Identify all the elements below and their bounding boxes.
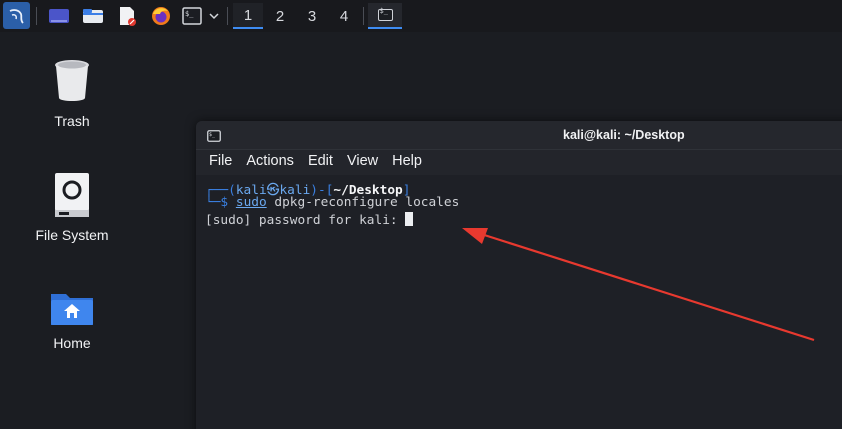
command-line: └─$ sudo dpkg-reconfigure locales: [205, 195, 459, 210]
terminal-icon: $_: [207, 130, 221, 142]
text-editor-button[interactable]: [114, 3, 140, 29]
menu-file[interactable]: File: [209, 150, 232, 174]
sudo-password-prompt: [sudo] password for kali:: [205, 213, 406, 228]
desktop: $_ 1 2 3 4 Trash: [0, 0, 842, 429]
text-editor-icon: [120, 7, 136, 26]
desktop-icon-home[interactable]: Home: [12, 290, 132, 351]
workspace-1[interactable]: 1: [233, 3, 263, 29]
terminal-titlebar[interactable]: $_ kali@kali: ~/Desktop: [196, 121, 842, 150]
workspace-3[interactable]: 3: [297, 3, 327, 29]
top-panel: $_ 1 2 3 4: [0, 0, 842, 32]
panel-separator: [363, 7, 364, 25]
kali-dragon-icon: [9, 8, 24, 24]
output-line: [sudo] password for kali:: [205, 212, 414, 228]
desktop-icon-trash[interactable]: Trash: [12, 58, 132, 129]
terminal-icon: [377, 7, 393, 21]
firefox-icon: [152, 7, 170, 25]
menu-view[interactable]: View: [347, 150, 378, 174]
menu-edit[interactable]: Edit: [308, 150, 333, 174]
terminal-icon: $_: [182, 7, 202, 25]
trash-icon: [55, 60, 89, 101]
menu-help[interactable]: Help: [392, 150, 422, 174]
terminal-output[interactable]: ┌──(kali㉿kali)-[~/Desktop] └─$ sudo dpkg…: [196, 175, 842, 429]
file-manager-button[interactable]: [80, 3, 106, 29]
show-desktop-button[interactable]: [46, 3, 72, 29]
prompt-corner-bottom: └─: [205, 195, 221, 210]
taskbar-terminal-window[interactable]: [368, 3, 402, 29]
panel-separator: [227, 7, 228, 25]
desktop-icon-file-system[interactable]: File System: [12, 172, 132, 243]
command-text: dpkg-reconfigure locales: [266, 195, 460, 210]
workspace-4[interactable]: 4: [329, 3, 359, 29]
drive-icon: [55, 173, 89, 217]
menu-actions[interactable]: Actions: [246, 150, 294, 174]
home-folder-icon: [51, 294, 93, 325]
desktop-icon-label: Trash: [54, 113, 90, 129]
terminal-launcher-dropdown[interactable]: [206, 3, 222, 29]
terminal-window[interactable]: $_ kali@kali: ~/Desktop File Actions Edi…: [196, 121, 842, 429]
prompt-dollar: $: [220, 195, 229, 210]
workspace-2[interactable]: 2: [265, 3, 295, 29]
file-manager-icon: [83, 9, 103, 23]
terminal-menubar: File Actions Edit View Help: [196, 150, 842, 174]
panel-separator: [36, 7, 37, 25]
firefox-button[interactable]: [148, 3, 174, 29]
svg-text:$_: $_: [209, 132, 216, 138]
desktop-icon-label: File System: [35, 227, 109, 243]
desktop-icon-label: Home: [53, 335, 91, 351]
command-sudo: sudo: [235, 195, 267, 210]
show-desktop-icon: [49, 9, 69, 23]
kali-menu-button[interactable]: [3, 2, 30, 29]
svg-text:$_: $_: [185, 10, 194, 18]
window-title: kali@kali: ~/Desktop: [563, 128, 685, 142]
terminal-launcher-button[interactable]: $_: [180, 3, 204, 29]
text-cursor: [405, 212, 414, 226]
chevron-down-icon: [209, 13, 219, 20]
